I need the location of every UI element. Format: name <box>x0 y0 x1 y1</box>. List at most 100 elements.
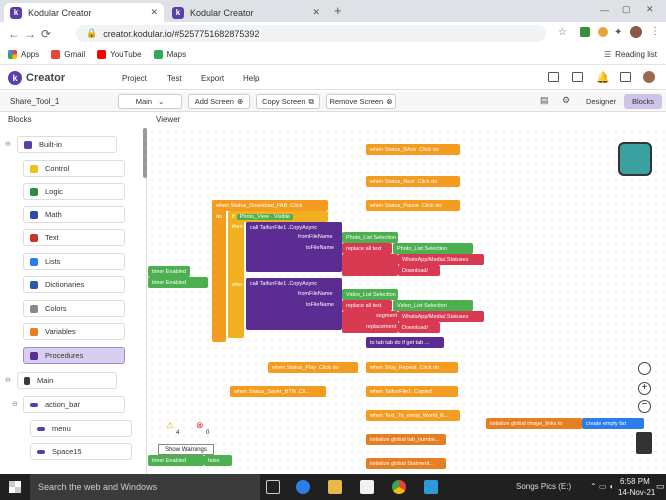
minimize-icon[interactable]: — <box>600 5 609 15</box>
forward-icon[interactable]: → <box>22 27 38 41</box>
close-icon[interactable]: ✕ <box>150 7 158 18</box>
notification-center-icon[interactable]: ▭ <box>656 481 665 492</box>
blocks-tab[interactable]: Blocks <box>624 94 662 109</box>
folder-icon[interactable] <box>548 72 559 82</box>
backpack-icon[interactable] <box>618 142 652 176</box>
notification-icon[interactable]: 🔔 <box>596 71 610 84</box>
procedure-block[interactable]: to tab tab do if get tab ... <box>366 337 444 348</box>
create-empty-list-block[interactable]: create empty list <box>582 418 644 429</box>
sidebar-item-dictionaries[interactable]: Dictionaries <box>23 276 125 293</box>
collapse-icon[interactable]: ⊖ <box>5 140 11 148</box>
zoom-in-icon[interactable]: + <box>638 382 651 395</box>
reading-list-button[interactable]: ☰ Reading list <box>604 50 657 59</box>
new-tab-button[interactable]: + <box>334 3 342 18</box>
tray-icons[interactable]: ⌃ ▭ ◖ <box>590 482 614 491</box>
replace-all-block[interactable]: replace all text <box>342 300 392 311</box>
recenter-icon[interactable] <box>638 362 651 375</box>
close-icon[interactable]: ✕ <box>312 7 320 18</box>
blocks-workspace[interactable]: when Status_BAck .Click do when Status_N… <box>148 128 666 474</box>
event-block[interactable]: when Status_Pause .Click do <box>366 200 460 211</box>
replacement-text[interactable]: Download/ <box>398 322 440 333</box>
chrome-icon[interactable] <box>392 480 406 494</box>
taskbar-drive[interactable]: Songs Pics (E:) <box>516 482 571 491</box>
phone-icon[interactable] <box>572 72 583 82</box>
timer-enabled-block[interactable]: timer Enabled <box>148 455 204 466</box>
sidebar-item-variables[interactable]: Variables <box>23 323 125 340</box>
window-close-icon[interactable]: ✕ <box>646 4 654 15</box>
zoom-out-icon[interactable]: − <box>638 400 651 413</box>
sidebar-item-procedures[interactable]: Procedures <box>23 347 125 364</box>
sidebar-item-control[interactable]: Control <box>23 160 125 177</box>
user-avatar[interactable] <box>643 71 655 83</box>
layout-icon[interactable]: ▤ <box>540 95 549 106</box>
timer-enabled-block[interactable]: timer Enabled <box>148 266 190 277</box>
bookmark-apps[interactable]: Apps <box>8 50 39 59</box>
tree-item-space15[interactable]: Space15 <box>30 443 132 460</box>
sidebar-item-colors[interactable]: Colors <box>23 300 125 317</box>
kebab-menu-icon[interactable]: ⋮ <box>650 26 660 37</box>
replace-all-block[interactable]: replace all text <box>342 243 392 254</box>
copy-call-block[interactable]: call TaifunFile1 .CopyAsync <box>246 278 342 289</box>
menu-test[interactable]: Test <box>167 74 182 83</box>
browser-tab-2[interactable]: k Kodular Creator ✕ <box>166 3 326 22</box>
bookmark-gmail[interactable]: Gmail <box>51 50 85 59</box>
remove-screen-button[interactable]: Remove Screen ⊗ <box>326 94 396 109</box>
collapse-icon[interactable]: ⊖ <box>12 400 18 408</box>
maximize-icon[interactable]: ▢ <box>622 4 631 15</box>
windows-start-icon[interactable] <box>9 481 21 493</box>
timer-enabled-block[interactable]: timer Enabled <box>148 277 208 288</box>
extension-icon[interactable] <box>598 27 608 37</box>
segment-text[interactable]: WhatsApp/Media/.Statuses <box>398 254 484 265</box>
browser-tab-1[interactable]: k Kodular Creator ✕ <box>4 3 164 22</box>
menu-export[interactable]: Export <box>201 74 224 83</box>
task-view-icon[interactable] <box>266 480 280 494</box>
global-var-block[interactable]: initialize global tab_numbe... <box>366 434 446 445</box>
sidebar-item-math[interactable]: Math <box>23 206 125 223</box>
main-event-header[interactable]: when Status_Download_FAB .Click <box>212 200 328 211</box>
url-field[interactable]: 🔒 creator.kodular.io/#5257751682875392 <box>76 25 546 42</box>
tree-item-action-bar[interactable]: action_bar <box>23 396 125 413</box>
taskbar-search[interactable]: Search the web and Windows <box>30 474 260 500</box>
event-block[interactable]: when Status_Play .Click do <box>268 362 358 373</box>
event-block[interactable]: when Text_To_emoji_World_B... <box>366 410 460 421</box>
init-global-block[interactable]: initialize global image_links to <box>486 418 582 429</box>
replacement-text[interactable]: Download/ <box>398 265 440 276</box>
false-block[interactable]: false <box>204 455 232 466</box>
sidebar-item-text[interactable]: Text <box>23 229 125 246</box>
bookmark-maps[interactable]: Maps <box>153 50 186 59</box>
sidebar-item-logic[interactable]: Logic <box>23 183 125 200</box>
edge-icon[interactable] <box>296 480 310 494</box>
video-list-selection[interactable]: Video_List Selection <box>393 300 473 311</box>
file-explorer-icon[interactable] <box>328 480 342 494</box>
event-block[interactable]: when Slop_Repeat .Click do <box>366 362 458 373</box>
tree-item-menu[interactable]: menu <box>30 420 132 437</box>
copy-screen-button[interactable]: Copy Screen ⧉ <box>256 94 320 109</box>
star-icon[interactable]: ☆ <box>558 27 567 38</box>
reload-icon[interactable]: ⟳ <box>38 27 54 41</box>
bookmark-youtube[interactable]: YouTube <box>97 50 142 59</box>
show-warnings-button[interactable]: Show Warnings <box>158 444 214 455</box>
if-block[interactable]: if Photo_View · Visible <box>228 211 328 222</box>
event-block[interactable]: when Status_Saver_BTN .Cli... <box>230 386 326 397</box>
menu-project[interactable]: Project <box>122 74 147 83</box>
extension-icon[interactable] <box>580 27 590 37</box>
segment-text[interactable]: WhatsApp/Media/.Statuses <box>398 311 484 322</box>
warning-icon[interactable]: ⚠ <box>166 420 174 431</box>
gear-icon[interactable]: ⚙ <box>562 95 570 106</box>
puzzle-icon[interactable]: ✦ <box>614 27 622 38</box>
store-icon[interactable] <box>360 480 374 494</box>
add-screen-button[interactable]: Add Screen ⊕ <box>188 94 250 109</box>
menu-help[interactable]: Help <box>243 74 259 83</box>
event-block[interactable]: when TaifunFile1 .Copied <box>366 386 458 397</box>
avatar[interactable] <box>630 26 642 38</box>
back-icon[interactable]: ← <box>6 27 22 41</box>
tree-item-main[interactable]: Main <box>17 372 117 389</box>
copy-call-block[interactable]: call TaifunFile1 .CopyAsync <box>246 222 342 233</box>
window-icon[interactable] <box>620 72 631 82</box>
sidebar-item-lists[interactable]: Lists <box>23 253 125 270</box>
trash-icon[interactable] <box>636 432 652 454</box>
collapse-icon[interactable]: ⊖ <box>5 376 11 384</box>
sidebar-scrollbar[interactable] <box>143 128 147 178</box>
photo-list-selection[interactable]: Photo_List Selection <box>393 243 473 254</box>
screen-select[interactable]: Main ⌄ <box>118 94 182 109</box>
